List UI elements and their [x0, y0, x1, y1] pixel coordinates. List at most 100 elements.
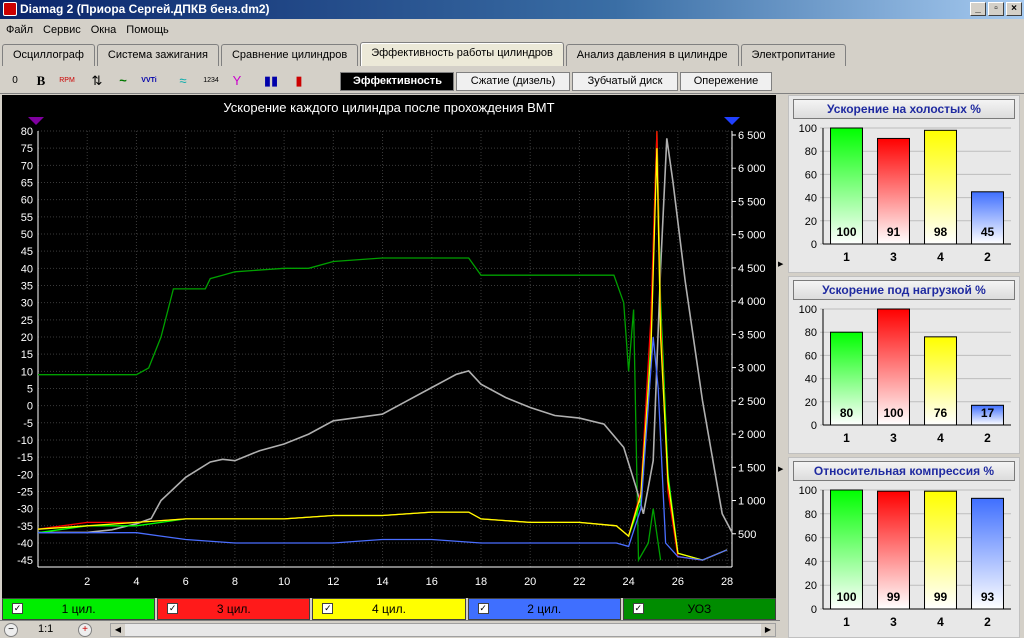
menu-windows[interactable]: Окна	[91, 20, 117, 40]
offset-tool-icon[interactable]: 0	[4, 70, 26, 92]
status-bar: − 1:1 + ◀ ▶	[0, 620, 780, 638]
tab-ignition[interactable]: Система зажигания	[96, 44, 219, 66]
horizontal-scrollbar[interactable]: ◀ ▶	[110, 623, 776, 637]
category-label: 3	[890, 431, 897, 445]
tab-cylinder-compare[interactable]: Сравнение цилиндров	[220, 44, 359, 66]
category-label: 4	[937, 615, 944, 629]
x-tick-label: 24	[623, 576, 635, 588]
scale-icon[interactable]: ⇅	[86, 70, 108, 92]
zoom-out-icon[interactable]: −	[4, 623, 18, 637]
legend-item-4[interactable]: ✓ 4 цил.	[312, 598, 466, 620]
category-label: 2	[984, 615, 991, 629]
bar-value-label: 91	[887, 225, 901, 239]
tab-cylinder-efficiency[interactable]: Эффективность работы цилиндров	[360, 42, 564, 66]
tab-power-supply[interactable]: Электропитание	[740, 44, 847, 66]
y-tick-label: 45	[21, 246, 33, 258]
x-tick-label: 4	[133, 576, 139, 588]
y2-tick-label: 6 500	[738, 130, 766, 142]
bar-value-label: 99	[887, 590, 901, 604]
y-tick-label: 60	[805, 350, 817, 362]
y-tick-label: 10	[21, 366, 33, 378]
panel-title: Относительная компрессия %	[793, 461, 1015, 481]
main-chart-svg[interactable]: Ускорение каждого цилиндра после прохожд…	[2, 95, 776, 598]
zoom-in-icon[interactable]: +	[78, 623, 92, 637]
y-tick-label: -20	[17, 469, 33, 481]
bar-value-label: 100	[836, 590, 856, 604]
start-marker-icon	[28, 117, 44, 125]
tab-pressure-analysis[interactable]: Анализ давления в цилиндре	[565, 44, 739, 66]
splitter-arrow-icon[interactable]: ▶	[778, 260, 783, 268]
y2-tick-label: 2 000	[738, 429, 766, 441]
x-tick-label: 28	[721, 576, 733, 588]
subtab-compression[interactable]: Сжатие (дизель)	[456, 72, 570, 91]
series-line	[37, 130, 728, 561]
tab-oscilloscope[interactable]: Осциллограф	[2, 44, 95, 66]
legend-item-uoz[interactable]: ✓ УОЗ	[622, 598, 777, 620]
close-button[interactable]: ×	[1006, 2, 1022, 16]
waveform-icon[interactable]: ~	[112, 70, 134, 92]
legend-item-3[interactable]: ✓ 3 цил.	[157, 598, 311, 620]
y-tick-label: -40	[17, 538, 33, 550]
x-tick-label: 8	[232, 576, 238, 588]
idle-acceleration-chart: 100 80 60 40 20 0 100 1 91 3 98 4 45 2	[799, 123, 1011, 264]
menu-bar: Файл Сервис Окна Помощь	[0, 20, 1024, 40]
x-tick-label: 12	[327, 576, 339, 588]
y-tick-label: 65	[21, 177, 33, 189]
chart-title: Ускорение каждого цилиндра после прохожд…	[223, 100, 554, 115]
bar-value-label: 100	[883, 406, 903, 420]
menu-file[interactable]: Файл	[6, 20, 33, 40]
y-tick-label: 20	[21, 332, 33, 344]
x-tick-label: 6	[183, 576, 189, 588]
y-tick-label: 5	[27, 383, 33, 395]
checkbox-icon[interactable]: ✓	[477, 603, 489, 614]
main-chart[interactable]: Ускорение каждого цилиндра после прохожд…	[2, 95, 776, 598]
bars-icon[interactable]: ▮▮	[260, 70, 282, 92]
checkbox-icon[interactable]: ✓	[632, 603, 644, 614]
single-bar-icon[interactable]: ▮	[288, 70, 310, 92]
y-tick-label: 15	[21, 349, 33, 361]
sync-icon[interactable]: Y	[226, 70, 248, 92]
category-label: 2	[984, 250, 991, 264]
minimize-button[interactable]: _	[970, 2, 986, 16]
legend-item-2[interactable]: ✓ 2 цил.	[467, 598, 621, 620]
rpm-icon[interactable]: RPM	[56, 70, 78, 92]
subtab-efficiency[interactable]: Эффективность	[340, 72, 454, 91]
legend-item-1[interactable]: ✓ 1 цил.	[2, 598, 156, 620]
y2-tick-label: 4 000	[738, 296, 766, 308]
category-label: 1	[843, 431, 850, 445]
y2-tick-label: 2 500	[738, 396, 766, 408]
checkbox-icon[interactable]: ✓	[167, 603, 179, 614]
menu-help[interactable]: Помощь	[126, 20, 169, 40]
vvti-icon[interactable]: VVTi	[138, 70, 160, 92]
scroll-left-icon[interactable]: ◀	[111, 624, 125, 636]
series-line	[37, 130, 728, 561]
category-label: 1	[843, 615, 850, 629]
y-tick-label: -45	[17, 555, 33, 567]
subtab-toothed-disk[interactable]: Зубчатый диск	[572, 72, 678, 91]
y2-tick-label: 5 000	[738, 230, 766, 242]
x-tick-label: 14	[376, 576, 388, 588]
subtab-advance[interactable]: Опережение	[680, 72, 772, 91]
y-tick-label: 30	[21, 298, 33, 310]
maximize-button[interactable]: ▫	[988, 2, 1004, 16]
bar-value-label: 99	[934, 590, 948, 604]
filter-icon[interactable]: ≈	[172, 70, 194, 92]
menu-service[interactable]: Сервис	[43, 20, 81, 40]
checkbox-icon[interactable]: ✓	[322, 603, 334, 614]
cylinder-order-icon[interactable]: 1234	[200, 70, 222, 92]
legend-label: 2 цил.	[527, 602, 562, 616]
y2-tick-label: 1 000	[738, 496, 766, 508]
zoom-ratio: 1:1	[38, 623, 54, 635]
x-tick-label: 10	[278, 576, 290, 588]
category-label: 3	[890, 615, 897, 629]
y-tick-label: 75	[21, 143, 33, 155]
bold-tool-icon[interactable]: B	[30, 70, 52, 92]
x-tick-label: 16	[426, 576, 438, 588]
scroll-right-icon[interactable]: ▶	[761, 624, 775, 636]
y-tick-label: -30	[17, 504, 33, 516]
bar-value-label: 76	[934, 406, 948, 420]
splitter-arrow-icon[interactable]: ▶	[778, 465, 783, 473]
series-line	[38, 138, 733, 534]
checkbox-icon[interactable]: ✓	[12, 603, 23, 614]
category-label: 3	[890, 250, 897, 264]
